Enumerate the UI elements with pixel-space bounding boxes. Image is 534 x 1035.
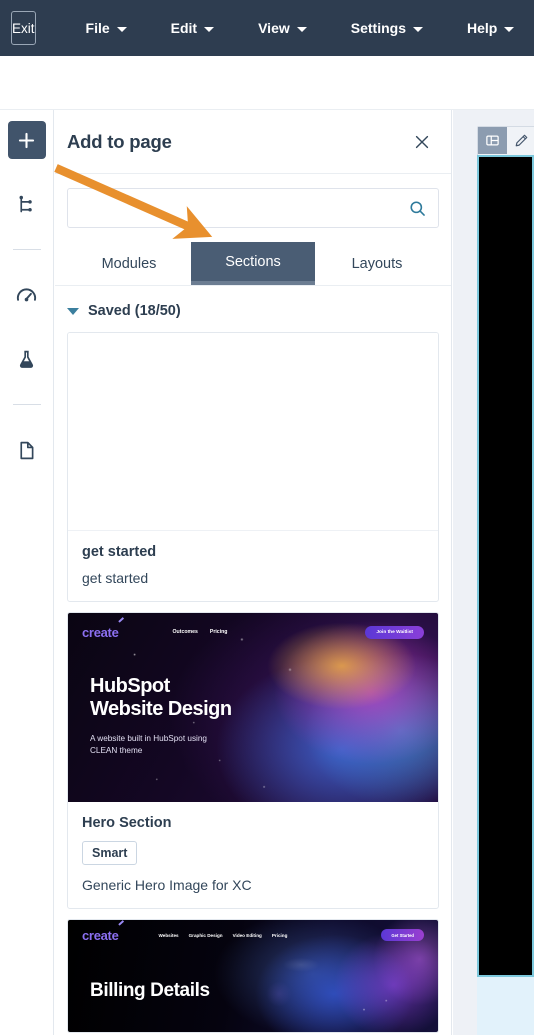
chevron-down-icon <box>296 26 307 32</box>
menu-edit[interactable]: Edit <box>149 20 236 36</box>
rail-item-optimize[interactable] <box>8 276 46 314</box>
section-card[interactable]: get started get started <box>67 332 439 602</box>
hero-subtext-line1: A website built in HubSpot using <box>90 733 207 743</box>
flask-icon <box>19 350 34 368</box>
section-thumbnail <box>68 333 438 531</box>
hero-brand-text: create <box>82 927 119 943</box>
chevron-down-icon <box>504 26 515 32</box>
toolbar-spacer <box>0 56 534 110</box>
hero-nav-links: Outcomes Pricing <box>173 629 228 635</box>
brand-tick-icon <box>117 616 124 622</box>
panel-layout-icon <box>486 135 499 146</box>
sitemap-icon <box>19 195 32 212</box>
saved-group-header[interactable]: Saved (18/50) <box>55 286 451 332</box>
rail-item-contents[interactable] <box>8 185 46 223</box>
menu-bar: File Edit View Settings Help <box>64 20 534 36</box>
hero-heading-line1: HubSpot <box>90 675 170 697</box>
hero-preview-art: create Outcomes Pricing Join the Waitlis… <box>68 613 438 802</box>
saved-group-label: Saved (18/50) <box>88 303 181 319</box>
status-badge: Smart <box>82 841 138 865</box>
panel-body: Saved (18/50) get started get started cr… <box>55 286 451 1035</box>
section-card-info: get started get started <box>68 531 438 601</box>
section-thumbnail: create Outcomes Pricing Join the Waitlis… <box>68 613 438 802</box>
search-area <box>55 174 451 228</box>
tab-sections[interactable]: Sections <box>191 242 315 285</box>
section-card-title: Hero Section <box>82 815 172 831</box>
document-icon <box>20 441 34 459</box>
rail-divider <box>12 249 41 250</box>
preview-toolbar <box>477 126 534 155</box>
page-title: Add to page <box>67 130 172 152</box>
menu-settings-label: Settings <box>350 20 406 36</box>
chevron-down-icon <box>67 307 79 315</box>
hero-copy: HubSpot Website Design A website built i… <box>90 675 232 757</box>
billing-nav-link: Websites <box>158 932 179 938</box>
menu-file-label: File <box>85 20 110 36</box>
left-icon-rail <box>0 110 54 1035</box>
menu-settings[interactable]: Settings <box>329 20 445 36</box>
search-box[interactable] <box>67 188 439 228</box>
section-thumbnail: create Websites Graphic Design Video Edi… <box>68 920 438 1032</box>
hero-cta-button: Join the Waitlist <box>365 625 424 639</box>
pencil-icon <box>515 134 528 147</box>
hero-heading-line2: Website Design <box>90 698 232 721</box>
rail-divider <box>12 404 41 405</box>
menu-help-label: Help <box>466 20 498 36</box>
section-card-info: Hero Section Smart Generic Hero Image fo… <box>68 802 438 908</box>
hero-brand-logo: create <box>82 920 124 943</box>
chevron-down-icon <box>412 26 423 32</box>
tab-layouts[interactable]: Layouts <box>315 242 439 285</box>
close-icon[interactable] <box>412 132 432 152</box>
section-card[interactable]: create Websites Graphic Design Video Edi… <box>67 919 439 1033</box>
billing-preview-art: create Websites Graphic Design Video Edi… <box>68 920 438 1032</box>
billing-nav-link: Pricing <box>271 932 288 938</box>
chevron-down-icon <box>116 26 127 32</box>
hero-preview-nav: create Outcomes Pricing Join the Waitlis… <box>68 616 438 642</box>
plus-icon <box>18 132 35 148</box>
billing-nav-link: Video Editing <box>232 932 262 938</box>
section-card-description: get started <box>82 570 149 586</box>
billing-heading: Billing Details <box>90 980 210 1001</box>
hero-subtext-line2: CLEAN theme <box>90 746 143 756</box>
section-card-description: Generic Hero Image for XC <box>82 877 252 893</box>
preview-background <box>477 977 534 1035</box>
chevron-down-icon <box>204 26 215 32</box>
top-navigation-bar: Exit File Edit View Settings Help <box>0 0 534 56</box>
rail-item-experiment[interactable] <box>8 340 46 378</box>
speedometer-icon <box>16 288 37 301</box>
menu-view-label: View <box>258 20 290 36</box>
section-card[interactable]: create Outcomes Pricing Join the Waitlis… <box>67 612 439 909</box>
billing-nav-links: Websites Graphic Design Video Editing Pr… <box>159 933 288 938</box>
tab-modules[interactable]: Modules <box>67 242 191 285</box>
hero-brand-text: create <box>82 624 119 640</box>
menu-help[interactable]: Help <box>445 20 534 36</box>
preview-layout-button[interactable] <box>478 127 507 154</box>
menu-file[interactable]: File <box>64 20 149 36</box>
hero-nav-link: Outcomes <box>172 629 198 635</box>
search-input[interactable] <box>68 189 438 227</box>
search-icon[interactable] <box>408 199 427 218</box>
hero-brand-logo: create <box>82 616 124 640</box>
exit-button[interactable]: Exit <box>11 11 36 45</box>
panel-header: Add to page <box>55 110 451 174</box>
section-card-title: get started <box>82 544 157 560</box>
hero-nav-link: Pricing <box>209 629 228 635</box>
panel-tabs: Modules Sections Layouts <box>55 242 451 286</box>
editor-window: Exit File Edit View Settings Help Add to… <box>0 0 534 1035</box>
add-to-page-panel: Add to page Modules Sections Layouts Sav… <box>55 110 452 1035</box>
menu-edit-label: Edit <box>170 20 198 36</box>
billing-nav-link: Graphic Design <box>188 932 223 938</box>
rail-item-document[interactable] <box>8 431 46 469</box>
brand-tick-icon <box>117 920 124 925</box>
menu-view[interactable]: View <box>236 20 329 36</box>
billing-preview-nav: create Websites Graphic Design Video Edi… <box>68 920 438 943</box>
section-card-list: get started get started create Outcomes … <box>55 332 451 1033</box>
rail-item-add[interactable] <box>7 121 46 159</box>
billing-cta-button: Get Started <box>381 929 424 941</box>
preview-edit-button[interactable] <box>507 127 534 154</box>
preview-canvas[interactable] <box>477 155 534 977</box>
